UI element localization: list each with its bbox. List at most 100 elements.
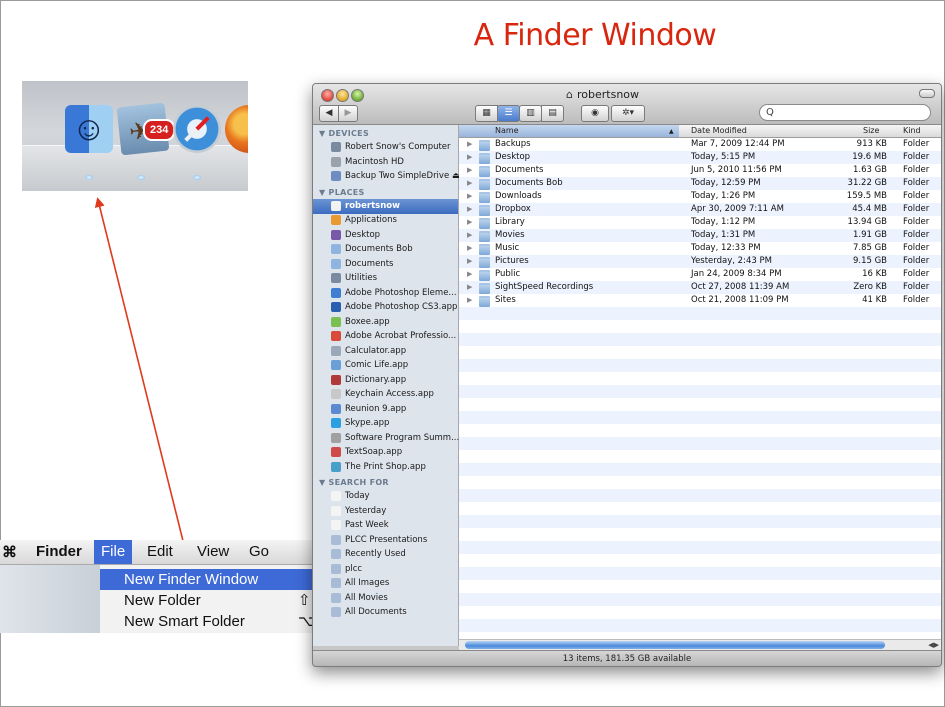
table-row[interactable]: ▶ Documents Bob Today, 12:59 PM 31.22 GB Fol… — [459, 177, 941, 190]
device-item[interactable]: Robert Snow's Computer — [313, 140, 458, 155]
column-date[interactable]: Date Modified — [691, 126, 747, 135]
disclosure-triangle-icon[interactable]: ▶ — [467, 216, 472, 229]
menu-go[interactable]: Go — [249, 543, 269, 560]
toolbar-toggle-button[interactable] — [919, 89, 935, 98]
search-item[interactable]: Today — [313, 489, 458, 504]
row-name: Downloads — [495, 191, 542, 201]
column-name[interactable]: Name — [495, 126, 519, 135]
place-item[interactable]: Dictionary.app — [313, 373, 458, 388]
list-view-button[interactable]: ☰ — [497, 105, 520, 122]
table-row[interactable]: ▶ Documents Jun 5, 2010 11:56 PM 1.63 GB Fol… — [459, 164, 941, 177]
disclosure-triangle-icon[interactable]: ▶ — [467, 203, 472, 216]
column-view-button[interactable]: ▥ — [519, 105, 542, 122]
disclosure-triangle-icon[interactable]: ▶ — [467, 190, 472, 203]
search-item[interactable]: All Documents — [313, 605, 458, 620]
table-row[interactable]: ▶ Backups Mar 7, 2009 12:44 PM 913 KB Folder — [459, 138, 941, 151]
sidebar-header-devices[interactable]: ▼ DEVICES — [319, 129, 369, 138]
table-row[interactable]: ▶ Library Today, 1:12 PM 13.94 GB Folder — [459, 216, 941, 229]
title-bar[interactable]: ⌂ robertsnow ◀ ▶ ▦ ☰ ▥ ▤ ◉ ✲▾ Q — [313, 84, 941, 125]
search-item[interactable]: Yesterday — [313, 504, 458, 519]
place-item[interactable]: Calculator.app — [313, 344, 458, 359]
apple-icon[interactable]: ⌘ — [2, 543, 17, 561]
disclosure-triangle-icon[interactable]: ▶ — [467, 255, 472, 268]
action-gear-button[interactable]: ✲▾ — [611, 105, 645, 122]
search-item[interactable]: All Movies — [313, 591, 458, 606]
place-item[interactable]: Boxee.app — [313, 315, 458, 330]
disclosure-triangle-icon[interactable]: ▶ — [467, 164, 472, 177]
search-item[interactable]: All Images — [313, 576, 458, 591]
search-item[interactable]: PLCC Presentations — [313, 533, 458, 548]
menu-view[interactable]: View — [197, 543, 229, 560]
folder-icon — [479, 153, 490, 164]
place-item[interactable]: Adobe Photoshop Eleme... — [313, 286, 458, 301]
row-date: Oct 21, 2008 11:09 PM — [691, 295, 789, 305]
place-item[interactable]: Documents Bob — [313, 242, 458, 257]
place-item-icon — [331, 432, 341, 443]
place-item[interactable]: Adobe Photoshop CS3.app — [313, 300, 458, 315]
zoom-button[interactable] — [351, 89, 364, 102]
place-item[interactable]: Documents — [313, 257, 458, 272]
disclosure-triangle-icon[interactable]: ▶ — [467, 242, 472, 255]
disclosure-triangle-icon[interactable]: ▶ — [467, 229, 472, 242]
search-item-icon — [331, 607, 341, 617]
sidebar-header-search[interactable]: ▼ SEARCH FOR — [319, 478, 389, 487]
back-button[interactable]: ◀ — [319, 105, 339, 122]
row-stripe — [459, 333, 941, 346]
table-row[interactable]: ▶ Desktop Today, 5:15 PM 19.6 MB Folder — [459, 151, 941, 164]
place-item[interactable]: Utilities — [313, 271, 458, 286]
table-row[interactable]: ▶ Pictures Yesterday, 2:43 PM 9.15 GB Folder — [459, 255, 941, 268]
icon-view-button[interactable]: ▦ — [475, 105, 498, 122]
search-item[interactable]: Recently Used — [313, 547, 458, 562]
table-row[interactable]: ▶ SightSpeed Recordings Oct 27, 2008 11:39… — [459, 281, 941, 294]
place-item-label: TextSoap.app — [345, 447, 403, 457]
safari-icon[interactable] — [173, 105, 221, 153]
place-item[interactable]: robertsnow — [313, 198, 458, 214]
sidebar-header-places[interactable]: ▼ PLACES — [319, 188, 365, 197]
place-item[interactable]: The Print Shop.app — [313, 460, 458, 475]
place-item[interactable]: Applications — [313, 213, 458, 228]
column-size[interactable]: Size — [863, 126, 879, 135]
device-item[interactable]: Macintosh HD — [313, 155, 458, 170]
table-row[interactable]: ▶ Downloads Today, 1:26 PM 159.5 MB Folder — [459, 190, 941, 203]
menu-file[interactable]: File — [94, 540, 133, 564]
disclosure-triangle-icon[interactable]: ▶ — [467, 281, 472, 294]
disclosure-triangle-icon[interactable]: ▶ — [467, 138, 472, 151]
menu-item-new-folder[interactable]: New Folder ⇧ — [100, 590, 315, 611]
column-kind[interactable]: Kind — [903, 126, 921, 135]
place-item[interactable]: Adobe Acrobat Professio... — [313, 329, 458, 344]
place-item[interactable]: Reunion 9.app — [313, 402, 458, 417]
quick-look-button[interactable]: ◉ — [581, 105, 609, 122]
disclosure-triangle-icon[interactable]: ▶ — [467, 177, 472, 190]
place-item[interactable]: Skype.app — [313, 416, 458, 431]
search-item[interactable]: Past Week — [313, 518, 458, 533]
finder-icon[interactable]: ☺ — [65, 105, 113, 153]
scroll-arrows[interactable]: ◀▶ — [928, 641, 939, 649]
row-stripe — [459, 411, 941, 424]
disclosure-triangle-icon[interactable]: ▶ — [467, 294, 472, 307]
menu-finder[interactable]: Finder — [36, 543, 82, 560]
place-item[interactable]: Comic Life.app — [313, 358, 458, 373]
forward-button[interactable]: ▶ — [338, 105, 358, 122]
table-row[interactable]: ▶ Movies Today, 1:31 PM 1.91 GB Folder — [459, 229, 941, 242]
table-row[interactable]: ▶ Public Jan 24, 2009 8:34 PM 16 KB Folder — [459, 268, 941, 281]
table-row[interactable]: ▶ Sites Oct 21, 2008 11:09 PM 41 KB Folder — [459, 294, 941, 307]
minimize-button[interactable] — [336, 89, 349, 102]
place-item[interactable]: Software Program Summ... — [313, 431, 459, 446]
menu-edit[interactable]: Edit — [147, 543, 173, 560]
disclosure-triangle-icon[interactable]: ▶ — [467, 151, 472, 164]
search-field[interactable]: Q — [759, 104, 931, 121]
scrollbar-thumb[interactable] — [465, 641, 885, 649]
close-button[interactable] — [321, 89, 334, 102]
place-item[interactable]: Desktop — [313, 228, 458, 243]
table-row[interactable]: ▶ Dropbox Apr 30, 2009 7:11 AM 45.4 MB Folde… — [459, 203, 941, 216]
device-item[interactable]: Backup Two SimpleDrive ⏏ — [313, 169, 460, 184]
menu-item-new-finder-window[interactable]: New Finder Window — [100, 569, 315, 590]
place-item[interactable]: Keychain Access.app — [313, 387, 458, 402]
disclosure-triangle-icon[interactable]: ▶ — [467, 268, 472, 281]
folder-icon — [479, 218, 490, 229]
coverflow-view-button[interactable]: ▤ — [541, 105, 564, 122]
table-row[interactable]: ▶ Music Today, 12:33 PM 7.85 GB Folder — [459, 242, 941, 255]
menu-item-new-smart-folder[interactable]: New Smart Folder ⌥ — [100, 611, 315, 632]
search-item[interactable]: plcc — [313, 562, 458, 577]
place-item[interactable]: TextSoap.app — [313, 445, 458, 460]
